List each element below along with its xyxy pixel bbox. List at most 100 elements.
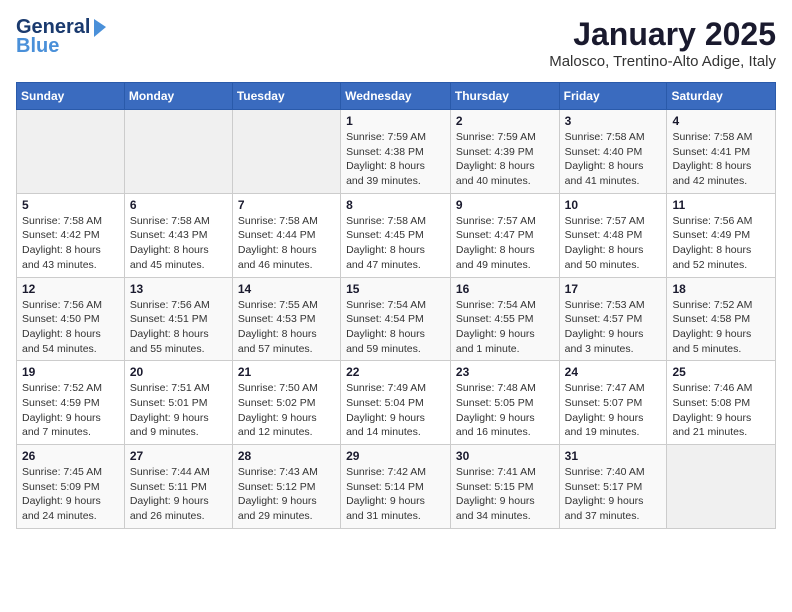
cell-content: Sunrise: 7:56 AM Sunset: 4:49 PM Dayligh… xyxy=(672,214,770,273)
day-number: 21 xyxy=(238,365,335,379)
cell-content: Sunrise: 7:51 AM Sunset: 5:01 PM Dayligh… xyxy=(130,381,227,440)
cell-content: Sunrise: 7:57 AM Sunset: 4:47 PM Dayligh… xyxy=(456,214,554,273)
day-number: 30 xyxy=(456,449,554,463)
calendar-cell: 7Sunrise: 7:58 AM Sunset: 4:44 PM Daylig… xyxy=(232,193,340,277)
weekday-header-saturday: Saturday xyxy=(667,83,776,110)
calendar-cell: 29 Sunrise: 7:42 AM Sunset: 5:14 PM Dayli… xyxy=(341,445,451,529)
cell-content: Sunrise: 7:56 AM Sunset: 4:50 PM Dayligh… xyxy=(22,298,119,357)
cell-content: Sunrise: 7:48 AM Sunset: 5:05 PM Dayligh… xyxy=(456,381,554,440)
day-number: 1 xyxy=(346,114,445,128)
cell-content: Sunrise: 7:58 AM Sunset: 4:40 PM Dayligh… xyxy=(565,130,662,189)
day-number: 26 xyxy=(22,449,119,463)
calendar-week-row: 5 Sunrise: 7:58 AM Sunset: 4:42 PM Daylig… xyxy=(17,193,776,277)
day-number: 19 xyxy=(22,365,119,379)
day-number: 25 xyxy=(672,365,770,379)
day-number: 5 xyxy=(22,198,119,212)
cell-content: Sunrise: 7:52 AM Sunset: 4:58 PM Dayligh… xyxy=(672,298,770,357)
day-number: 15 xyxy=(346,282,445,296)
weekday-header-row: SundayMondayTuesdayWednesdayThursdayFrid… xyxy=(17,83,776,110)
day-number: 13 xyxy=(130,282,227,296)
day-number: 18 xyxy=(672,282,770,296)
calendar-cell: 20 Sunrise: 7:51 AM Sunset: 5:01 PM Dayli… xyxy=(124,361,232,445)
calendar-cell xyxy=(667,445,776,529)
day-number: 2 xyxy=(456,114,554,128)
calendar-cell xyxy=(232,110,340,194)
day-number: 22 xyxy=(346,365,445,379)
calendar-cell: 24Sunrise: 7:47 AM Sunset: 5:07 PM Dayli… xyxy=(559,361,667,445)
calendar-cell: 11 Sunrise: 7:56 AM Sunset: 4:49 PM Dayli… xyxy=(667,193,776,277)
calendar-cell: 4 Sunrise: 7:58 AM Sunset: 4:41 PM Daylig… xyxy=(667,110,776,194)
day-number: 11 xyxy=(672,198,770,212)
day-number: 12 xyxy=(22,282,119,296)
cell-content: Sunrise: 7:46 AM Sunset: 5:08 PM Dayligh… xyxy=(672,381,770,440)
day-number: 4 xyxy=(672,114,770,128)
cell-content: Sunrise: 7:49 AM Sunset: 5:04 PM Dayligh… xyxy=(346,381,445,440)
cell-content: Sunrise: 7:58 AM Sunset: 4:42 PM Dayligh… xyxy=(22,214,119,273)
day-number: 29 xyxy=(346,449,445,463)
calendar-cell: 3Sunrise: 7:58 AM Sunset: 4:40 PM Daylig… xyxy=(559,110,667,194)
day-number: 31 xyxy=(565,449,662,463)
cell-content: Sunrise: 7:59 AM Sunset: 4:38 PM Dayligh… xyxy=(346,130,445,189)
calendar-week-row: 19 Sunrise: 7:52 AM Sunset: 4:59 PM Dayli… xyxy=(17,361,776,445)
cell-content: Sunrise: 7:58 AM Sunset: 4:45 PM Dayligh… xyxy=(346,214,445,273)
page-header: General Blue January 2025 Malosco, Trent… xyxy=(16,16,776,70)
calendar-cell: 6 Sunrise: 7:58 AM Sunset: 4:43 PM Daylig… xyxy=(124,193,232,277)
calendar-cell: 14Sunrise: 7:55 AM Sunset: 4:53 PM Dayli… xyxy=(232,277,340,361)
day-number: 20 xyxy=(130,365,227,379)
calendar-cell: 23 Sunrise: 7:48 AM Sunset: 5:05 PM Dayli… xyxy=(450,361,559,445)
logo-icon xyxy=(92,19,106,37)
calendar-cell: 26 Sunrise: 7:45 AM Sunset: 5:09 PM Dayli… xyxy=(17,445,125,529)
calendar-cell: 9Sunrise: 7:57 AM Sunset: 4:47 PM Daylig… xyxy=(450,193,559,277)
calendar-week-row: 26 Sunrise: 7:45 AM Sunset: 5:09 PM Dayli… xyxy=(17,445,776,529)
cell-content: Sunrise: 7:56 AM Sunset: 4:51 PM Dayligh… xyxy=(130,298,227,357)
calendar-cell: 1 Sunrise: 7:59 AM Sunset: 4:38 PM Daylig… xyxy=(341,110,451,194)
cell-content: Sunrise: 7:50 AM Sunset: 5:02 PM Dayligh… xyxy=(238,381,335,440)
calendar-cell: 12 Sunrise: 7:56 AM Sunset: 4:50 PM Dayli… xyxy=(17,277,125,361)
cell-content: Sunrise: 7:54 AM Sunset: 4:55 PM Dayligh… xyxy=(456,298,554,357)
day-number: 24 xyxy=(565,365,662,379)
cell-content: Sunrise: 7:45 AM Sunset: 5:09 PM Dayligh… xyxy=(22,465,119,524)
cell-content: Sunrise: 7:58 AM Sunset: 4:43 PM Dayligh… xyxy=(130,214,227,273)
calendar-cell: 28Sunrise: 7:43 AM Sunset: 5:12 PM Dayli… xyxy=(232,445,340,529)
day-number: 16 xyxy=(456,282,554,296)
weekday-header-friday: Friday xyxy=(559,83,667,110)
cell-content: Sunrise: 7:44 AM Sunset: 5:11 PM Dayligh… xyxy=(130,465,227,524)
cell-content: Sunrise: 7:42 AM Sunset: 5:14 PM Dayligh… xyxy=(346,465,445,524)
calendar-cell: 30 Sunrise: 7:41 AM Sunset: 5:15 PM Dayli… xyxy=(450,445,559,529)
weekday-header-tuesday: Tuesday xyxy=(232,83,340,110)
calendar-cell: 5 Sunrise: 7:58 AM Sunset: 4:42 PM Daylig… xyxy=(17,193,125,277)
day-number: 23 xyxy=(456,365,554,379)
calendar-week-row: 12 Sunrise: 7:56 AM Sunset: 4:50 PM Dayli… xyxy=(17,277,776,361)
calendar-cell: 21 Sunrise: 7:50 AM Sunset: 5:02 PM Dayli… xyxy=(232,361,340,445)
calendar-table: SundayMondayTuesdayWednesdayThursdayFrid… xyxy=(16,82,776,529)
cell-content: Sunrise: 7:52 AM Sunset: 4:59 PM Dayligh… xyxy=(22,381,119,440)
calendar-cell xyxy=(124,110,232,194)
day-number: 10 xyxy=(565,198,662,212)
cell-content: Sunrise: 7:41 AM Sunset: 5:15 PM Dayligh… xyxy=(456,465,554,524)
calendar-cell: 27 Sunrise: 7:44 AM Sunset: 5:11 PM Dayli… xyxy=(124,445,232,529)
day-number: 28 xyxy=(238,449,335,463)
day-number: 27 xyxy=(130,449,227,463)
weekday-header-thursday: Thursday xyxy=(450,83,559,110)
cell-content: Sunrise: 7:57 AM Sunset: 4:48 PM Dayligh… xyxy=(565,214,662,273)
calendar-cell: 13 Sunrise: 7:56 AM Sunset: 4:51 PM Dayli… xyxy=(124,277,232,361)
month-title: January 2025 xyxy=(549,16,776,53)
calendar-cell: 22 Sunrise: 7:49 AM Sunset: 5:04 PM Dayli… xyxy=(341,361,451,445)
calendar-cell: 18 Sunrise: 7:52 AM Sunset: 4:58 PM Dayli… xyxy=(667,277,776,361)
calendar-cell: 2Sunrise: 7:59 AM Sunset: 4:39 PM Daylig… xyxy=(450,110,559,194)
calendar-cell: 16 Sunrise: 7:54 AM Sunset: 4:55 PM Dayli… xyxy=(450,277,559,361)
cell-content: Sunrise: 7:55 AM Sunset: 4:53 PM Dayligh… xyxy=(238,298,335,357)
logo: General Blue xyxy=(16,16,106,58)
cell-content: Sunrise: 7:58 AM Sunset: 4:44 PM Dayligh… xyxy=(238,214,335,273)
location-title: Malosco, Trentino-Alto Adige, Italy xyxy=(549,53,776,70)
calendar-cell: 17Sunrise: 7:53 AM Sunset: 4:57 PM Dayli… xyxy=(559,277,667,361)
weekday-header-monday: Monday xyxy=(124,83,232,110)
day-number: 6 xyxy=(130,198,227,212)
calendar-cell: 8Sunrise: 7:58 AM Sunset: 4:45 PM Daylig… xyxy=(341,193,451,277)
calendar-cell: 10 Sunrise: 7:57 AM Sunset: 4:48 PM Dayli… xyxy=(559,193,667,277)
day-number: 17 xyxy=(565,282,662,296)
cell-content: Sunrise: 7:40 AM Sunset: 5:17 PM Dayligh… xyxy=(565,465,662,524)
cell-content: Sunrise: 7:58 AM Sunset: 4:41 PM Dayligh… xyxy=(672,130,770,189)
calendar-cell: 19 Sunrise: 7:52 AM Sunset: 4:59 PM Dayli… xyxy=(17,361,125,445)
calendar-cell: 31 Sunrise: 7:40 AM Sunset: 5:17 PM Dayli… xyxy=(559,445,667,529)
